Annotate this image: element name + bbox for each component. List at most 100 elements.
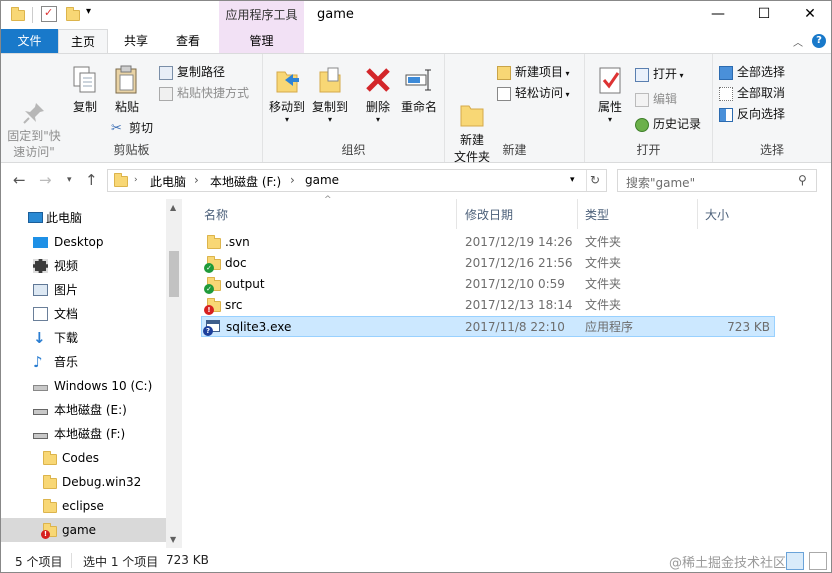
breadcrumb-game[interactable]: game (305, 173, 339, 187)
nav-item-drive-e[interactable]: 本地磁盘 (E:) (1, 398, 166, 422)
invert-selection-button[interactable]: 反向选择 (719, 105, 785, 123)
breadcrumb-this-pc[interactable]: 此电脑 (150, 173, 186, 190)
folder-icon (43, 499, 57, 513)
details-view-icon[interactable] (786, 552, 804, 570)
open-icon (635, 67, 649, 82)
chevron-right-icon: › (134, 175, 138, 185)
select-all-icon (719, 65, 733, 80)
rename-button[interactable]: 重命名 (399, 64, 439, 115)
scrollbar-thumb[interactable] (169, 251, 179, 297)
nav-item-game[interactable]: ! game (1, 518, 166, 542)
forward-arrow-icon[interactable]: → (39, 171, 52, 189)
edit-button[interactable]: 编辑 (635, 90, 677, 108)
select-none-button[interactable]: 全部取消 (719, 84, 785, 102)
scroll-up-icon[interactable]: ▲ (170, 203, 176, 212)
navigation-pane: 此电脑 Desktop 视频 图片 文档 ↓ 下载 ♪ 音乐 Windows 1… (1, 199, 182, 548)
file-date: 2017/12/10 0:59 (465, 277, 565, 291)
nav-item-downloads[interactable]: ↓ 下载 (1, 326, 166, 350)
column-separator[interactable] (697, 199, 698, 229)
navigation-bar: ← → ▾ ↑ › 此电脑 › 本地磁盘 (F:) › game ▾ ↻ 搜索"… (1, 163, 831, 199)
column-separator[interactable] (577, 199, 578, 229)
properties-icon (594, 64, 626, 96)
column-separator[interactable] (456, 199, 457, 229)
address-bar[interactable]: › 此电脑 › 本地磁盘 (F:) › game ▾ ↻ (107, 169, 607, 192)
search-placeholder: 搜索"game" (626, 176, 696, 190)
copy-to-button[interactable]: 复制到 ▾ (309, 64, 351, 124)
open-button[interactable]: 打开 ▾ (635, 65, 684, 83)
cut-label: 剪切 (129, 121, 154, 135)
tab-share[interactable]: 共享 (113, 29, 159, 53)
scroll-down-icon[interactable]: ▼ (170, 535, 176, 544)
search-icon[interactable]: ⚲ (798, 173, 807, 187)
nav-item-drive-c[interactable]: Windows 10 (C:) (1, 374, 166, 398)
nav-item-eclipse[interactable]: eclipse (1, 494, 166, 518)
properties-button[interactable]: 属性 ▾ (593, 64, 627, 124)
nav-item-pictures[interactable]: 图片 (1, 278, 166, 302)
paste-label: 粘贴 (114, 100, 139, 114)
tab-home[interactable]: 主页 (58, 29, 108, 53)
nav-item-documents[interactable]: 文档 (1, 302, 166, 326)
copy-button[interactable]: 复制 (67, 64, 103, 115)
column-header-size[interactable]: 大小 (705, 206, 729, 223)
file-date: 2017/12/13 18:14 (465, 298, 573, 312)
column-header-type[interactable]: 类型 (585, 206, 609, 223)
up-arrow-icon[interactable]: ↑ (85, 171, 98, 189)
nav-item-videos[interactable]: 视频 (1, 254, 166, 278)
copy-to-label: 复制到 (311, 100, 348, 114)
nav-item-this-pc[interactable]: 此电脑 (1, 206, 166, 230)
nav-item-codes[interactable]: Codes (1, 446, 166, 470)
nav-item-music[interactable]: ♪ 音乐 (1, 350, 166, 374)
properties-quick-access-icon[interactable]: ✓ (41, 6, 57, 22)
nav-item-desktop[interactable]: Desktop (1, 230, 166, 254)
recent-locations-icon[interactable]: ▾ (67, 175, 72, 185)
file-row-svn[interactable]: .svn 2017/12/19 14:26 文件夹 (201, 232, 775, 253)
back-arrow-icon[interactable]: ← (13, 171, 26, 189)
pin-icon (18, 84, 50, 124)
breadcrumb-drive-f[interactable]: 本地磁盘 (F:) (210, 173, 281, 190)
refresh-icon[interactable]: ↻ (590, 173, 600, 187)
move-to-label: 移动到 (268, 100, 305, 114)
drive-icon (33, 409, 48, 415)
folder-icon (43, 475, 57, 489)
maximize-button[interactable]: ☐ (741, 1, 787, 29)
chevron-down-icon[interactable]: ▾ (570, 175, 575, 185)
paste-button[interactable]: 粘贴 (109, 64, 145, 115)
file-row-output[interactable]: ✓ output 2017/12/10 0:59 文件夹 (201, 274, 775, 295)
copy-path-button[interactable]: 复制路径 (159, 63, 225, 81)
nav-pane-scrollbar[interactable]: ▲ ▼ (166, 199, 182, 548)
close-button[interactable]: ✕ (787, 1, 831, 29)
history-button[interactable]: 历史记录 (635, 115, 701, 133)
tab-view[interactable]: 查看 (165, 29, 211, 53)
column-header-name[interactable]: 名称 (204, 206, 228, 223)
selected-count: 选中 1 个项目 (83, 555, 159, 569)
collapse-ribbon-icon[interactable]: ︿ (793, 34, 803, 49)
delete-button[interactable]: 删除 ▾ (361, 64, 395, 124)
copy-to-icon (314, 64, 346, 96)
window-title: game (317, 7, 354, 22)
nav-label: game (62, 523, 97, 537)
file-row-doc[interactable]: ✓ doc 2017/12/16 21:56 文件夹 (201, 253, 775, 274)
help-icon[interactable]: ? (812, 34, 826, 48)
tab-file[interactable]: 文件 (1, 29, 58, 53)
easy-access-button[interactable]: 轻松访问 ▾ (497, 84, 570, 102)
tab-manage[interactable]: 管理 (219, 29, 304, 53)
computer-icon (28, 212, 43, 223)
select-all-button[interactable]: 全部选择 (719, 63, 785, 81)
new-folder-quick-access-icon[interactable] (66, 7, 80, 21)
nav-item-drive-f[interactable]: 本地磁盘 (F:) (1, 422, 166, 446)
move-to-button[interactable]: 移动到 ▾ (266, 64, 308, 124)
paste-shortcut-button[interactable]: 粘贴快捷方式 (159, 84, 249, 102)
new-item-button[interactable]: 新建项目 ▾ (497, 63, 570, 81)
large-icons-view-icon[interactable] (809, 552, 827, 570)
file-row-sqlite3-exe[interactable]: ? sqlite3.exe 2017/11/8 22:10 应用程序 723 K… (201, 316, 775, 337)
file-row-src[interactable]: ! src 2017/12/13 18:14 文件夹 (201, 295, 775, 316)
file-date: 2017/11/8 22:10 (465, 320, 565, 334)
customize-quick-access-icon[interactable]: ▾ (86, 6, 91, 17)
edit-label: 编辑 (653, 92, 678, 106)
cut-button[interactable]: ✂ 剪切 (111, 119, 153, 137)
nav-item-debug-win32[interactable]: Debug.win32 (1, 470, 166, 494)
minimize-button[interactable]: — (695, 1, 741, 29)
column-header-date[interactable]: 修改日期 (465, 206, 513, 223)
search-input[interactable]: 搜索"game" ⚲ (617, 169, 817, 192)
desktop-icon (33, 237, 48, 248)
